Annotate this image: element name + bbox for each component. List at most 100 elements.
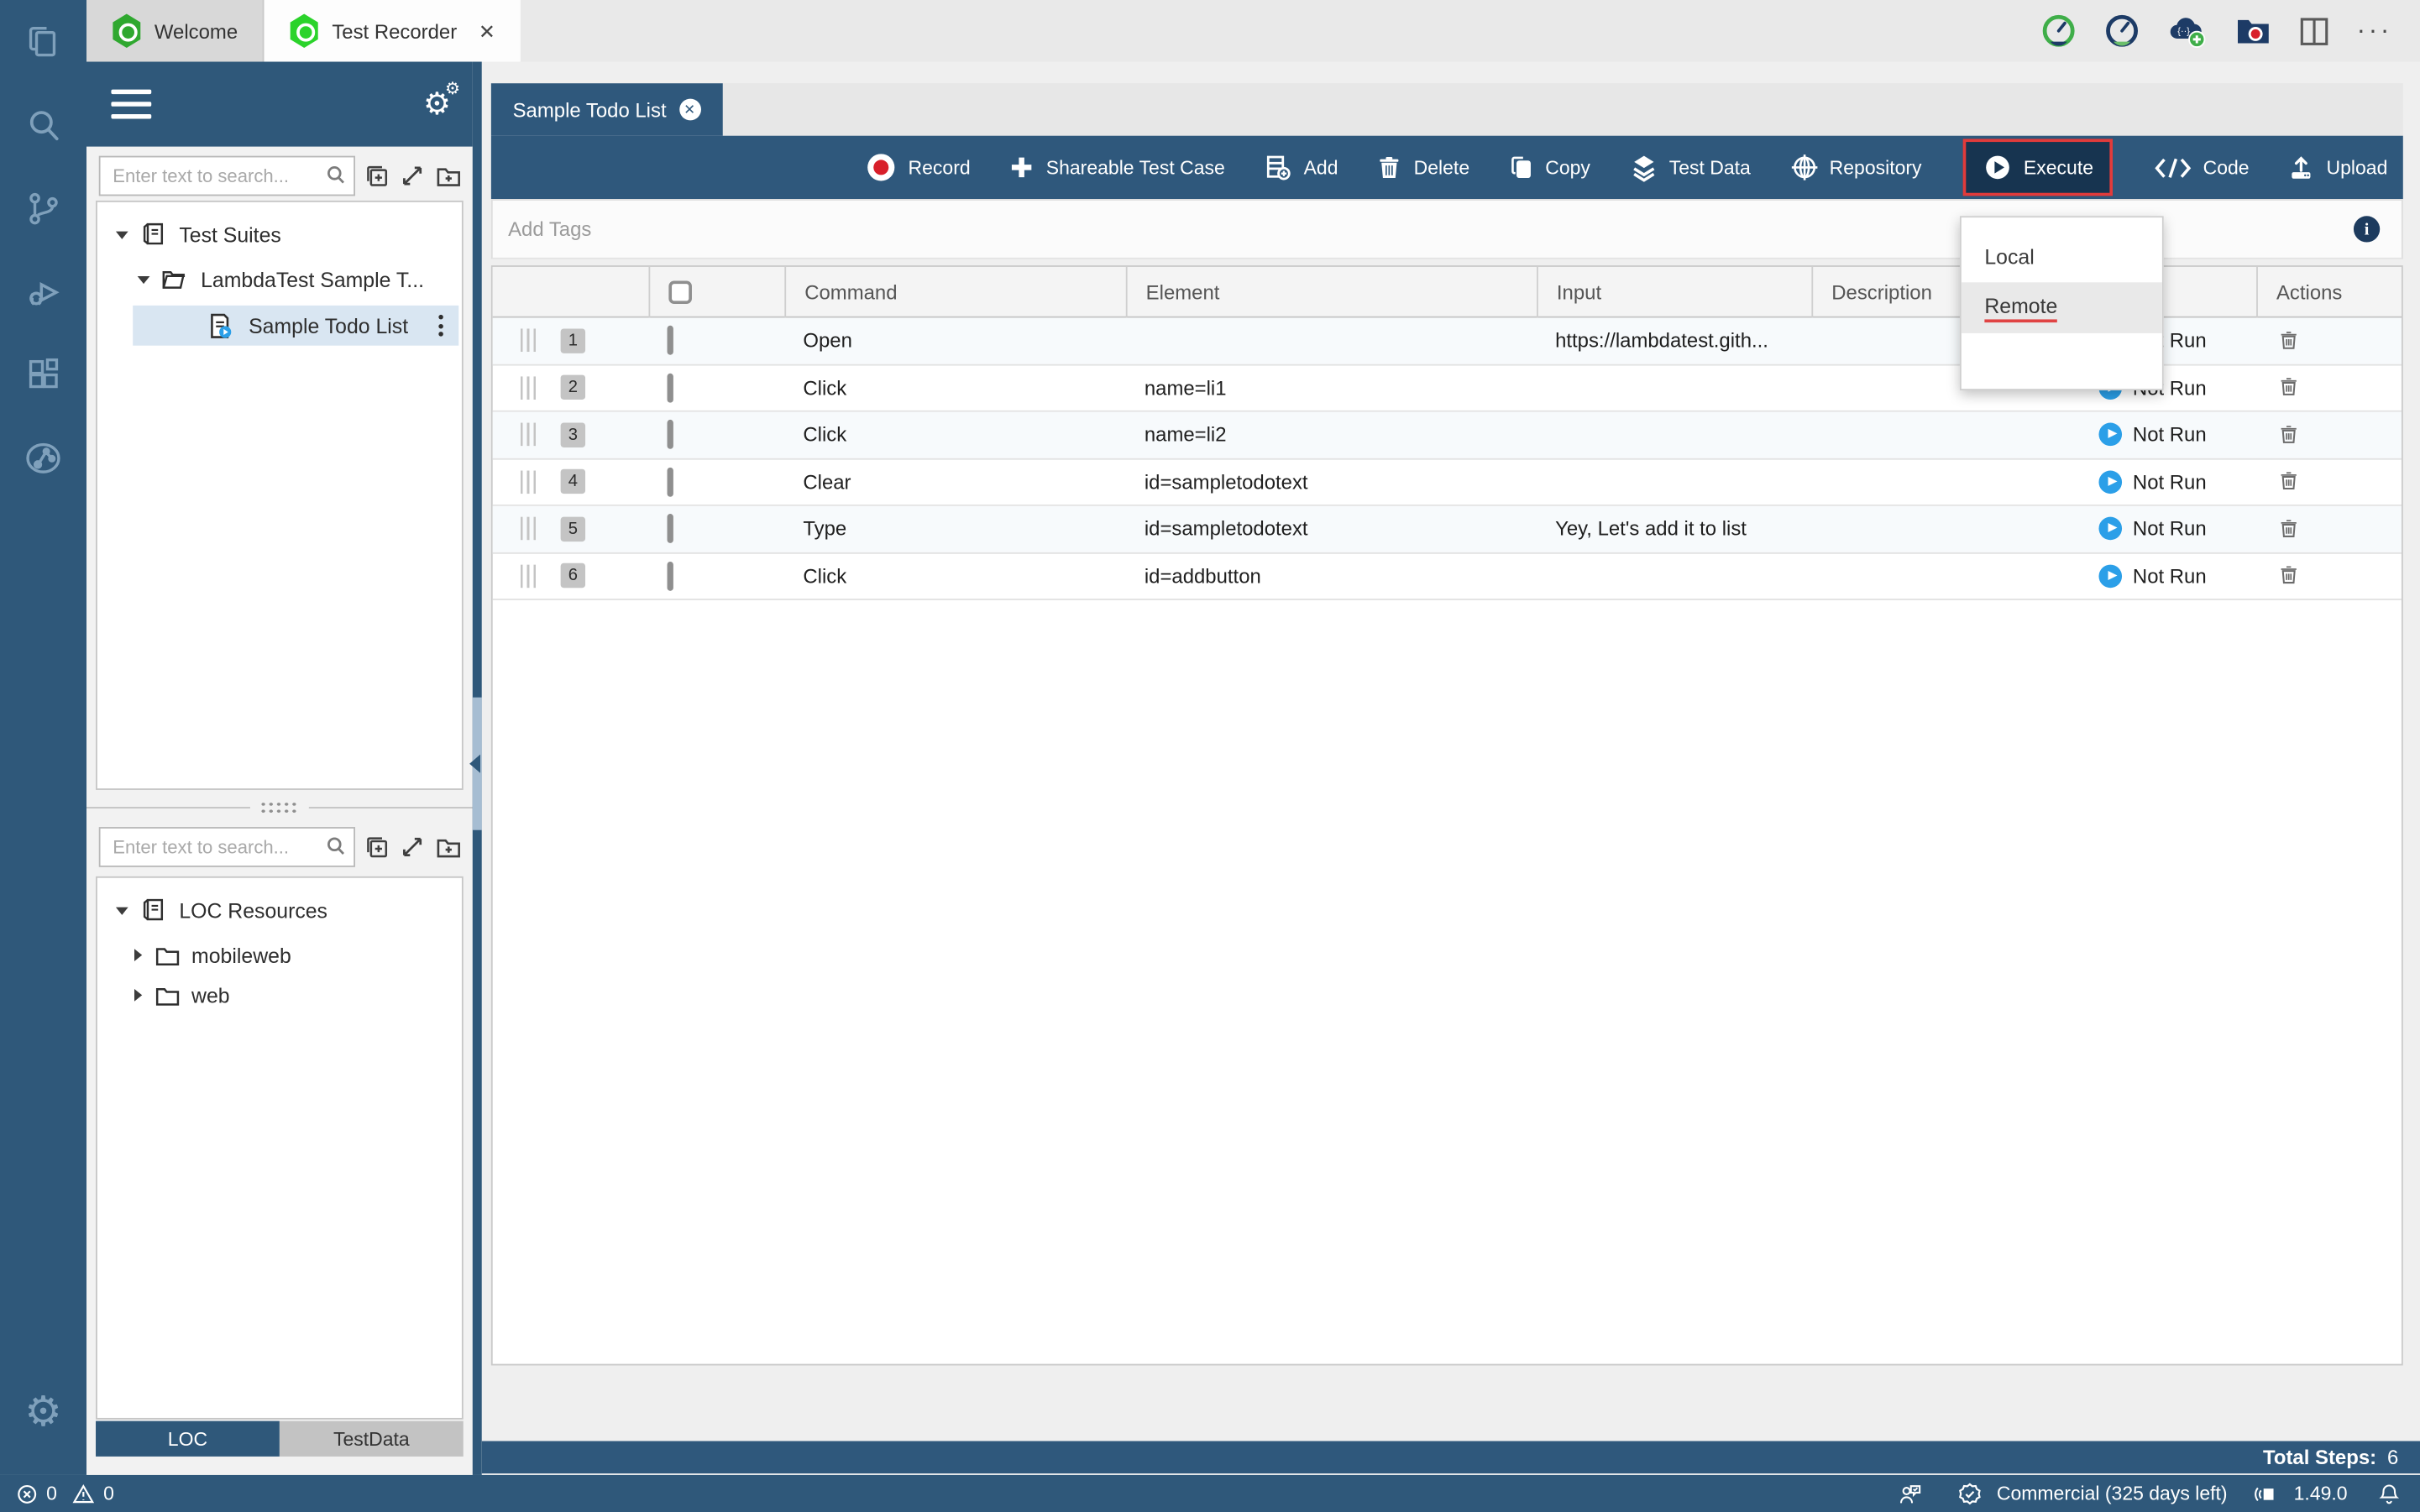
delete-step-icon[interactable] [2278,563,2402,588]
close-tab-icon[interactable]: ✕ [479,21,495,41]
sidebar-splitter[interactable] [473,62,482,1475]
delete-step-icon[interactable] [2278,328,2402,353]
cell-status[interactable]: Not Run [2087,470,2256,494]
tab-loc[interactable]: LOC [96,1421,280,1457]
resources-search-input[interactable] [99,827,355,867]
chevron-down-icon[interactable] [138,275,150,283]
tree-item-test-suites[interactable]: Test Suites [97,214,462,254]
cloud-code-add-icon[interactable]: {··} [2166,13,2208,50]
run-debug-icon[interactable] [0,250,86,333]
cell-command[interactable]: Open [784,329,1125,353]
upload-button[interactable]: Upload [2288,154,2388,181]
test-data-button[interactable]: Test Data [1629,153,1751,182]
delete-step-icon[interactable] [2278,375,2402,400]
cell-element[interactable]: id=sampletodotext [1126,517,1537,541]
menu-item-remote[interactable]: Remote [1962,282,2162,333]
search-icon[interactable] [0,83,86,166]
suites-search-input[interactable] [99,156,355,196]
more-actions-icon[interactable]: ··· [2357,25,2392,35]
new-test-case-icon[interactable] [363,162,390,190]
cell-element[interactable]: name=li1 [1126,376,1537,400]
settings-gears-icon[interactable]: ⚙⚙ [423,85,451,123]
search-icon[interactable] [324,164,348,187]
tree-item-loc-resources[interactable]: LOC Resources [97,890,462,930]
column-header-element[interactable]: Element [1126,267,1537,318]
cell-command[interactable]: Type [784,517,1125,541]
extensions-icon[interactable] [0,333,86,416]
tab-welcome[interactable]: Welcome [86,0,264,62]
chevron-down-icon[interactable] [116,231,128,238]
close-editor-tab-icon[interactable]: ✕ [678,99,700,121]
cell-command[interactable]: Clear [784,470,1125,494]
drag-handle-icon[interactable] [521,564,539,588]
new-folder-icon[interactable] [434,161,464,191]
split-editor-icon[interactable] [2298,14,2331,47]
tree-item-web[interactable]: web [97,975,462,1015]
add-button[interactable]: Add [1264,153,1338,182]
drag-handle-icon[interactable] [521,423,539,447]
shareable-test-case-button[interactable]: Shareable Test Case [1009,154,1225,180]
source-control-icon[interactable] [0,166,86,249]
repository-button[interactable]: Repository [1789,153,1922,182]
execute-button[interactable]: Execute [1963,139,2114,196]
bell-icon[interactable] [2377,1480,2402,1506]
search-icon[interactable] [324,834,348,858]
lambdatest-extension-icon[interactable] [0,416,86,500]
run-step-icon[interactable] [2098,564,2122,588]
select-all-checkbox[interactable] [668,280,692,304]
cell-command[interactable]: Click [784,423,1125,447]
menu-item-local[interactable]: Local [1962,232,2162,283]
drag-handle-icon[interactable] [521,517,539,541]
column-header-actions[interactable]: Actions [2256,267,2402,318]
column-header-input[interactable]: Input [1537,267,1811,318]
cell-input[interactable]: Yey, Let's add it to list [1537,517,1811,541]
explorer-icon[interactable] [0,0,86,83]
problems-indicator[interactable]: 0 0 [0,1482,114,1505]
chevron-down-icon[interactable] [116,907,128,914]
cell-element[interactable]: id=sampletodotext [1126,470,1537,494]
cell-status[interactable]: Not Run [2087,423,2256,447]
row-checkbox[interactable] [668,514,673,543]
delete-step-icon[interactable] [2278,516,2402,541]
more-options-kebab-icon[interactable] [438,315,443,337]
new-resource-icon[interactable] [363,833,390,861]
cell-element[interactable]: name=li2 [1126,423,1537,447]
tree-item-lambdatest-sample[interactable]: LambdaTest Sample T... [97,259,462,300]
delete-step-icon[interactable] [2278,469,2402,494]
speedometer-green-icon[interactable] [2040,13,2077,50]
delete-step-icon[interactable] [2278,422,2402,447]
cell-command[interactable]: Click [784,376,1125,400]
feedback-icon[interactable] [1896,1480,1924,1506]
code-button[interactable]: Code [2155,155,2250,180]
delete-button[interactable]: Delete [1377,154,1470,181]
drag-handle-icon[interactable] [521,329,539,353]
row-checkbox[interactable] [668,561,673,590]
record-folder-icon[interactable] [2234,13,2271,50]
panel-resize-handle[interactable] [86,798,473,816]
row-checkbox[interactable] [668,467,673,496]
info-icon[interactable]: i [2354,216,2380,242]
cell-status[interactable]: Not Run [2087,517,2256,541]
cell-input[interactable]: https://lambdatest.gith... [1537,329,1811,353]
license-badge-icon[interactable] [1956,1480,1983,1506]
version-icon[interactable] [2254,1482,2280,1505]
speedometer-blue-icon[interactable] [2103,13,2140,50]
copy-button[interactable]: Copy [1508,154,1590,181]
drag-handle-icon[interactable] [521,376,539,400]
drag-handle-icon[interactable] [521,470,539,494]
chevron-right-icon[interactable] [134,949,142,961]
cell-element[interactable]: id=addbutton [1126,564,1537,588]
tree-item-mobileweb[interactable]: mobileweb [97,935,462,976]
tab-testdata[interactable]: TestData [280,1421,464,1457]
row-checkbox[interactable] [668,373,673,402]
row-checkbox[interactable] [668,420,673,449]
tree-item-sample-todo-list[interactable]: Sample Todo List [133,306,458,346]
add-tags-input[interactable] [493,216,1883,242]
row-checkbox[interactable] [668,326,673,355]
cell-status[interactable]: Not Run [2087,564,2256,588]
collapse-left-icon[interactable] [469,755,480,773]
expand-all-icon[interactable] [399,162,427,190]
version-text[interactable]: 1.49.0 [2294,1483,2348,1504]
editor-tab-sample-todo-list[interactable]: Sample Todo List ✕ [491,83,722,135]
run-step-icon[interactable] [2098,423,2122,447]
